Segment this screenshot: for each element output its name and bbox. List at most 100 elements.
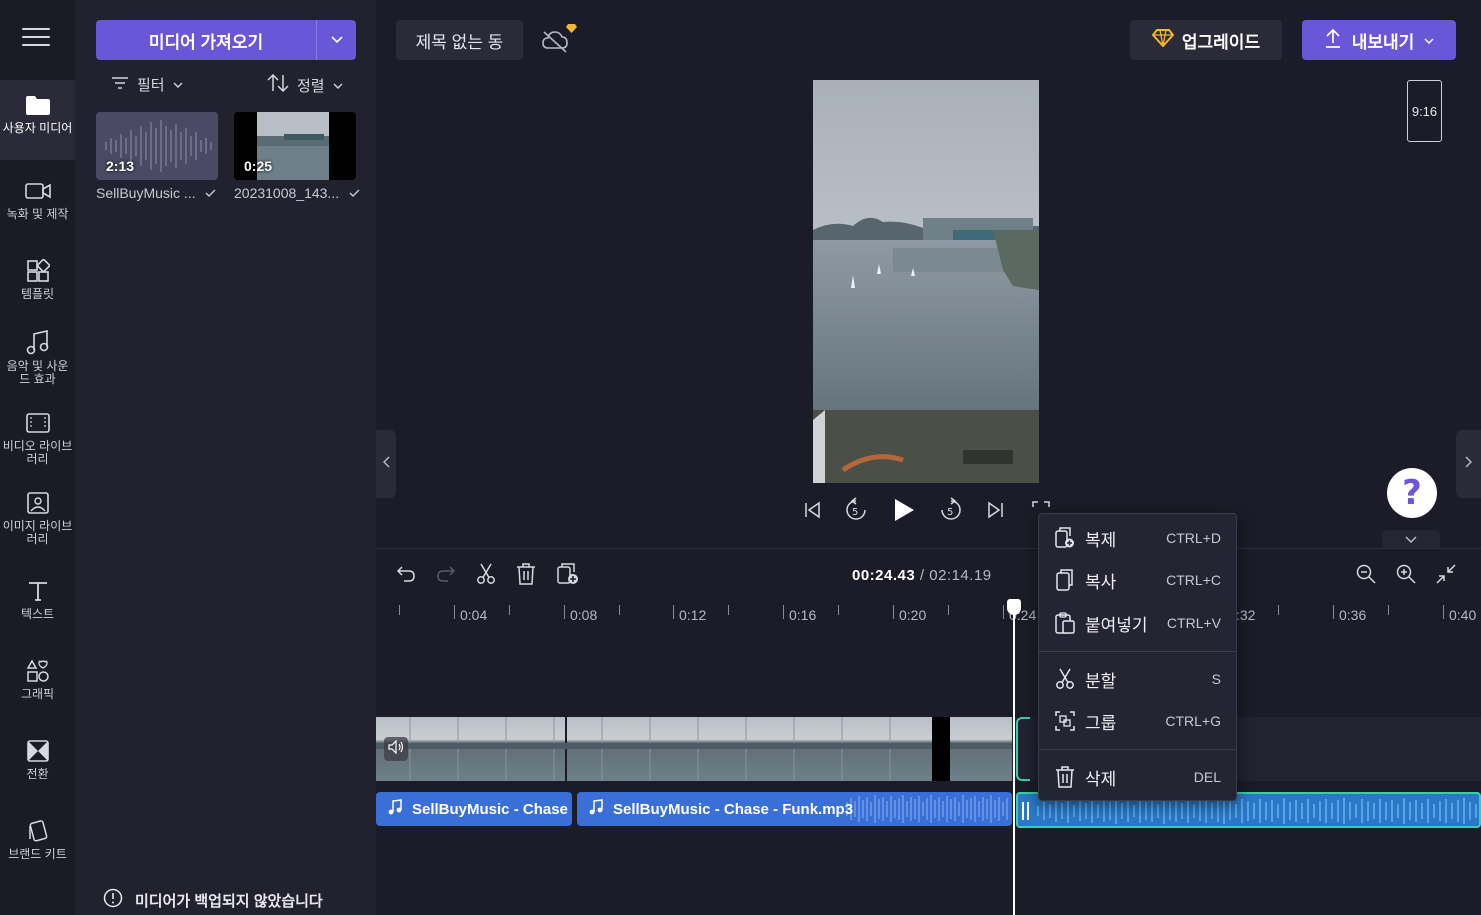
zoom-in-button[interactable] [1390, 561, 1422, 591]
upgrade-label: 업그레이드 [1181, 32, 1261, 52]
duplicate-button[interactable] [552, 561, 584, 591]
collapse-arrows-icon [1436, 563, 1456, 589]
export-button[interactable]: 내보내기 [1302, 20, 1456, 60]
playhead-line[interactable] [1013, 601, 1015, 915]
transition-icon [25, 738, 51, 764]
sidebar-item-label: 녹화 및 제작 [6, 207, 69, 221]
video-filmstrip [376, 717, 1012, 781]
asset-duration: 0:25 [244, 158, 273, 174]
playhead-handle[interactable] [1007, 599, 1021, 615]
hamburger-menu-button[interactable] [22, 28, 50, 52]
sidebar-item-label: 텍스트 [20, 607, 55, 621]
sidebar-item-record[interactable]: 녹화 및 제작 [0, 178, 75, 221]
delete-button[interactable] [510, 561, 542, 591]
skip-to-start-button[interactable] [796, 494, 828, 530]
sidebar-item-label: 브랜드 키트 [8, 847, 67, 861]
media-asset-audio[interactable]: 2:13 [96, 112, 218, 180]
split-button[interactable] [470, 561, 502, 591]
sidebar-item-text[interactable]: 텍스트 [0, 578, 75, 621]
zoom-out-icon [1356, 564, 1376, 589]
sidebar-item-label: 사용자 미디어 [2, 121, 73, 135]
premium-gem-icon [1151, 28, 1175, 52]
sort-button[interactable]: 정렬 [267, 73, 343, 96]
forward-5s-button[interactable]: 5 [935, 494, 967, 530]
audio-clip-label: SellBuyMusic - Chase - [376, 799, 572, 819]
sidebar-item-transitions[interactable]: 전환 [0, 738, 75, 781]
menu-item-group[interactable]: 그룹 CTRL+G [1039, 701, 1236, 741]
chevron-down-icon [330, 31, 343, 49]
chevron-left-icon [382, 455, 390, 473]
menu-item-paste[interactable]: 붙여넣기 CTRL+V [1039, 603, 1236, 643]
camera-icon [24, 178, 51, 204]
fit-timeline-button[interactable] [1430, 561, 1462, 591]
copy-icon [1054, 569, 1076, 591]
sidebar-item-your-media[interactable]: 사용자 미디어 [0, 80, 75, 160]
import-dropdown-button[interactable] [316, 20, 356, 60]
sidebar-item-graphics[interactable]: 그래픽 [0, 658, 75, 701]
text-icon [25, 578, 51, 604]
current-time: 00:24.43 [852, 567, 916, 584]
filter-button[interactable]: 필터 [111, 74, 183, 95]
ruler-label: :32 [1236, 607, 1256, 623]
video-preview[interactable] [813, 80, 1039, 483]
player-controls: 5 5 [796, 494, 1056, 530]
play-button[interactable] [888, 494, 920, 530]
asset-duration: 2:13 [106, 158, 135, 174]
menu-item-delete[interactable]: 삭제 DEL [1039, 757, 1236, 797]
backup-warning-text: 미디어가 백업되지 않았습니다 [135, 892, 323, 910]
zoom-out-button[interactable] [1350, 561, 1382, 591]
audio-clip-1[interactable]: SellBuyMusic - Chase - [376, 792, 572, 826]
expand-right-panel-button[interactable] [1456, 430, 1481, 498]
collapse-preview-button[interactable] [1382, 530, 1440, 548]
total-time: 02:14.19 [929, 567, 992, 584]
backup-warning[interactable]: 미디어가 백업되지 않았습니다 [103, 888, 323, 912]
cloud-backup-button[interactable] [540, 20, 580, 56]
project-title-input[interactable]: 제목 없는 동 [396, 20, 523, 60]
import-media-button[interactable]: 미디어 가져오기 [96, 20, 316, 60]
sidebar-item-templates[interactable]: 템플릿 [0, 258, 75, 301]
menu-item-duplicate[interactable]: 복제 CTRL+D [1039, 518, 1236, 558]
cloud-off-icon [542, 31, 568, 53]
time-separator: / [915, 567, 930, 584]
redo-icon [436, 565, 456, 588]
ruler-label: 0:40 [1449, 607, 1477, 623]
upgrade-button[interactable]: 업그레이드 [1130, 20, 1282, 60]
timeline-toolbar: 00:24.43 / 02:14.19 [376, 549, 1481, 601]
sidebar-item-music[interactable]: 음악 및 사운드 효과 [0, 330, 75, 386]
clip-volume-button[interactable] [384, 737, 408, 761]
play-icon [893, 498, 915, 527]
sidebar-item-image-library[interactable]: 이미지 라이브러리 [0, 490, 75, 546]
sidebar-item-brand-kit[interactable]: 브랜드 키트 [0, 818, 75, 861]
zoom-in-icon [1396, 564, 1416, 589]
aspect-ratio-button[interactable]: 9:16 [1407, 80, 1442, 142]
rewind-5s-button[interactable]: 5 [840, 494, 872, 530]
audio-clip-2[interactable]: SellBuyMusic - Chase - Funk.mp3 [577, 792, 1012, 826]
chevron-down-icon [1405, 530, 1417, 548]
sidebar-item-video-library[interactable]: 비디오 라이브러리 [0, 410, 75, 466]
timeline-ruler[interactable]: 0:04 0:08 0:12 0:16 0:20 0:24 :32 0:36 0… [376, 601, 1481, 629]
collapse-media-panel-button[interactable] [376, 430, 396, 498]
checkmark-icon [349, 185, 360, 201]
asset-name: 20231008_143... [234, 185, 340, 201]
media-asset-video[interactable]: 0:25 [234, 112, 356, 180]
help-button[interactable]: ? [1387, 468, 1437, 518]
menu-separator [1039, 651, 1236, 652]
duplicate-icon [557, 562, 579, 590]
redo-button[interactable] [430, 561, 462, 591]
undo-icon [396, 565, 416, 588]
selected-clip-handle[interactable] [1016, 717, 1030, 781]
undo-button[interactable] [390, 561, 422, 591]
video-clip[interactable] [376, 717, 1012, 781]
trash-icon [1054, 766, 1076, 788]
film-icon [25, 410, 51, 436]
menu-item-split[interactable]: 분할 S [1039, 659, 1236, 699]
skip-to-end-button[interactable] [980, 494, 1012, 530]
warning-circle-icon [103, 888, 123, 912]
left-rail: 사용자 미디어 녹화 및 제작 템플릿 음악 및 사운드 효과 비디오 라이브러 [0, 0, 75, 915]
menu-item-copy[interactable]: 복사 CTRL+C [1039, 560, 1236, 600]
trash-icon [516, 562, 536, 590]
menu-item-shortcut: CTRL+G [1165, 713, 1221, 729]
scissors-icon [1054, 668, 1076, 690]
filter-sort-row: 필터 정렬 [75, 72, 376, 96]
sort-arrows-icon [267, 73, 289, 96]
